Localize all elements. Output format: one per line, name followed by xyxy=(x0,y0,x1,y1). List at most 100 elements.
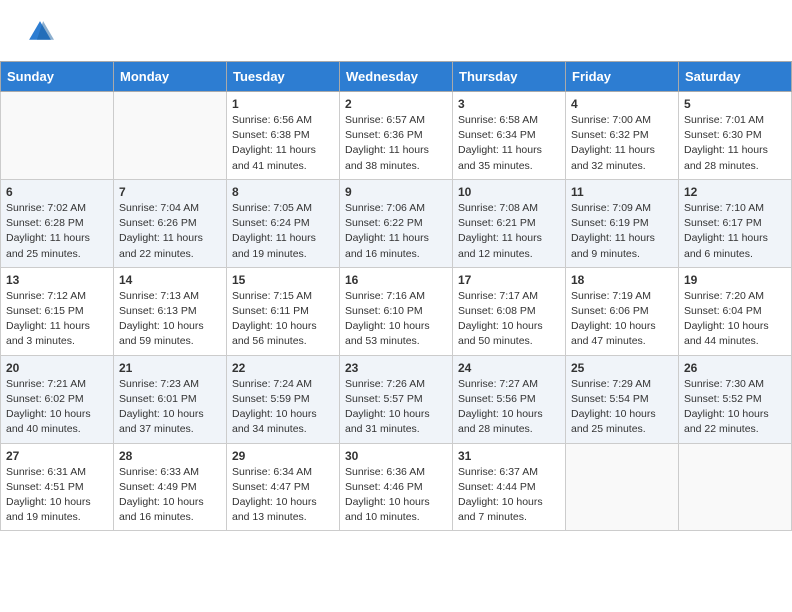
day-number: 3 xyxy=(458,97,560,111)
day-number: 28 xyxy=(119,449,221,463)
day-number: 12 xyxy=(684,185,786,199)
day-content: Sunrise: 6:37 AMSunset: 4:44 PMDaylight:… xyxy=(458,465,560,526)
day-number: 21 xyxy=(119,361,221,375)
day-content: Sunrise: 6:36 AMSunset: 4:46 PMDaylight:… xyxy=(345,465,447,526)
calendar-cell xyxy=(1,92,114,180)
day-number: 20 xyxy=(6,361,108,375)
logo-icon xyxy=(26,18,54,46)
day-content: Sunrise: 7:23 AMSunset: 6:01 PMDaylight:… xyxy=(119,377,221,438)
calendar-cell: 26Sunrise: 7:30 AMSunset: 5:52 PMDayligh… xyxy=(679,355,792,443)
calendar-cell: 15 Sunrise: 7:15 AMSunset: 6:11 PMDayligh… xyxy=(227,267,340,355)
calendar-cell xyxy=(679,443,792,531)
day-number: 2 xyxy=(345,97,447,111)
calendar-cell: 19 Sunrise: 7:20 AMSunset: 6:04 PMDayligh… xyxy=(679,267,792,355)
calendar-cell: 31 Sunrise: 6:37 AMSunset: 4:44 PMDayligh… xyxy=(453,443,566,531)
day-content: Sunrise: 7:19 AMSunset: 6:06 PMDaylight:… xyxy=(571,289,673,350)
weekday-header-wednesday: Wednesday xyxy=(340,62,453,92)
calendar-cell: 24 Sunrise: 7:27 AMSunset: 5:56 PMDayligh… xyxy=(453,355,566,443)
day-content: Sunrise: 7:08 AMSunset: 6:21 PMDaylight:… xyxy=(458,201,560,262)
day-number: 8 xyxy=(232,185,334,199)
day-number: 9 xyxy=(345,185,447,199)
calendar-cell: 1Sunrise: 6:56 AMSunset: 6:38 PMDaylight… xyxy=(227,92,340,180)
calendar-cell: 22 Sunrise: 7:24 AMSunset: 5:59 PMDayligh… xyxy=(227,355,340,443)
calendar-cell: 20 Sunrise: 7:21 AMSunset: 6:02 PMDayligh… xyxy=(1,355,114,443)
day-number: 23 xyxy=(345,361,447,375)
day-content: Sunrise: 7:04 AMSunset: 6:26 PMDaylight:… xyxy=(119,201,221,262)
day-content: Sunrise: 7:20 AMSunset: 6:04 PMDaylight:… xyxy=(684,289,786,350)
day-number: 7 xyxy=(119,185,221,199)
calendar-body: 1Sunrise: 6:56 AMSunset: 6:38 PMDaylight… xyxy=(1,92,792,531)
day-number: 30 xyxy=(345,449,447,463)
calendar-cell: 10 Sunrise: 7:08 AMSunset: 6:21 PMDayligh… xyxy=(453,179,566,267)
day-content: Sunrise: 7:29 AMSunset: 5:54 PMDaylight:… xyxy=(571,377,673,438)
calendar-cell: 27Sunrise: 6:31 AMSunset: 4:51 PMDayligh… xyxy=(1,443,114,531)
calendar-cell: 13Sunrise: 7:12 AMSunset: 6:15 PMDayligh… xyxy=(1,267,114,355)
day-number: 16 xyxy=(345,273,447,287)
calendar-cell: 5 Sunrise: 7:01 AMSunset: 6:30 PMDaylight… xyxy=(679,92,792,180)
day-number: 14 xyxy=(119,273,221,287)
calendar-cell: 8 Sunrise: 7:05 AMSunset: 6:24 PMDaylight… xyxy=(227,179,340,267)
day-number: 10 xyxy=(458,185,560,199)
calendar-week-row: 1Sunrise: 6:56 AMSunset: 6:38 PMDaylight… xyxy=(1,92,792,180)
calendar-cell: 4Sunrise: 7:00 AMSunset: 6:32 PMDaylight… xyxy=(566,92,679,180)
calendar-cell: 28 Sunrise: 6:33 AMSunset: 4:49 PMDayligh… xyxy=(114,443,227,531)
day-content: Sunrise: 7:27 AMSunset: 5:56 PMDaylight:… xyxy=(458,377,560,438)
weekday-header-saturday: Saturday xyxy=(679,62,792,92)
day-content: Sunrise: 7:05 AMSunset: 6:24 PMDaylight:… xyxy=(232,201,334,262)
day-number: 17 xyxy=(458,273,560,287)
weekday-header-tuesday: Tuesday xyxy=(227,62,340,92)
calendar-cell: 7 Sunrise: 7:04 AMSunset: 6:26 PMDaylight… xyxy=(114,179,227,267)
day-content: Sunrise: 7:00 AMSunset: 6:32 PMDaylight:… xyxy=(571,113,673,174)
calendar-cell: 30 Sunrise: 6:36 AMSunset: 4:46 PMDayligh… xyxy=(340,443,453,531)
calendar-week-row: 27Sunrise: 6:31 AMSunset: 4:51 PMDayligh… xyxy=(1,443,792,531)
calendar-cell xyxy=(114,92,227,180)
day-number: 5 xyxy=(684,97,786,111)
day-content: Sunrise: 7:01 AMSunset: 6:30 PMDaylight:… xyxy=(684,113,786,174)
calendar-cell: 14Sunrise: 7:13 AMSunset: 6:13 PMDayligh… xyxy=(114,267,227,355)
weekday-header-sunday: Sunday xyxy=(1,62,114,92)
day-content: Sunrise: 6:33 AMSunset: 4:49 PMDaylight:… xyxy=(119,465,221,526)
day-number: 24 xyxy=(458,361,560,375)
calendar-cell: 23Sunrise: 7:26 AMSunset: 5:57 PMDayligh… xyxy=(340,355,453,443)
calendar-week-row: 6 Sunrise: 7:02 AMSunset: 6:28 PMDaylight… xyxy=(1,179,792,267)
day-number: 13 xyxy=(6,273,108,287)
weekday-header-thursday: Thursday xyxy=(453,62,566,92)
day-content: Sunrise: 6:34 AMSunset: 4:47 PMDaylight:… xyxy=(232,465,334,526)
calendar-cell: 12 Sunrise: 7:10 AMSunset: 6:17 PMDayligh… xyxy=(679,179,792,267)
day-content: Sunrise: 7:30 AMSunset: 5:52 PMDaylight:… xyxy=(684,377,786,438)
day-number: 19 xyxy=(684,273,786,287)
weekday-header-row: SundayMondayTuesdayWednesdayThursdayFrid… xyxy=(1,62,792,92)
calendar-cell: 18Sunrise: 7:19 AMSunset: 6:06 PMDayligh… xyxy=(566,267,679,355)
day-number: 22 xyxy=(232,361,334,375)
day-content: Sunrise: 7:02 AMSunset: 6:28 PMDaylight:… xyxy=(6,201,108,262)
logo xyxy=(24,18,54,51)
weekday-header-friday: Friday xyxy=(566,62,679,92)
day-number: 15 xyxy=(232,273,334,287)
day-number: 25 xyxy=(571,361,673,375)
calendar-cell: 29Sunrise: 6:34 AMSunset: 4:47 PMDayligh… xyxy=(227,443,340,531)
calendar-cell: 25 Sunrise: 7:29 AMSunset: 5:54 PMDayligh… xyxy=(566,355,679,443)
calendar-cell: 3 Sunrise: 6:58 AMSunset: 6:34 PMDaylight… xyxy=(453,92,566,180)
calendar-cell xyxy=(566,443,679,531)
calendar-table: SundayMondayTuesdayWednesdayThursdayFrid… xyxy=(0,61,792,531)
day-number: 31 xyxy=(458,449,560,463)
day-content: Sunrise: 6:58 AMSunset: 6:34 PMDaylight:… xyxy=(458,113,560,174)
day-content: Sunrise: 7:21 AMSunset: 6:02 PMDaylight:… xyxy=(6,377,108,438)
day-content: Sunrise: 6:31 AMSunset: 4:51 PMDaylight:… xyxy=(6,465,108,526)
calendar-week-row: 20 Sunrise: 7:21 AMSunset: 6:02 PMDayligh… xyxy=(1,355,792,443)
day-number: 6 xyxy=(6,185,108,199)
calendar-cell: 21 Sunrise: 7:23 AMSunset: 6:01 PMDayligh… xyxy=(114,355,227,443)
calendar-cell: 11Sunrise: 7:09 AMSunset: 6:19 PMDayligh… xyxy=(566,179,679,267)
weekday-header-monday: Monday xyxy=(114,62,227,92)
day-content: Sunrise: 6:57 AMSunset: 6:36 PMDaylight:… xyxy=(345,113,447,174)
day-content: Sunrise: 7:17 AMSunset: 6:08 PMDaylight:… xyxy=(458,289,560,350)
day-content: Sunrise: 7:24 AMSunset: 5:59 PMDaylight:… xyxy=(232,377,334,438)
calendar-week-row: 13Sunrise: 7:12 AMSunset: 6:15 PMDayligh… xyxy=(1,267,792,355)
day-content: Sunrise: 7:10 AMSunset: 6:17 PMDaylight:… xyxy=(684,201,786,262)
day-content: Sunrise: 7:15 AMSunset: 6:11 PMDaylight:… xyxy=(232,289,334,350)
calendar-wrap: SundayMondayTuesdayWednesdayThursdayFrid… xyxy=(0,61,792,531)
day-content: Sunrise: 7:09 AMSunset: 6:19 PMDaylight:… xyxy=(571,201,673,262)
day-content: Sunrise: 6:56 AMSunset: 6:38 PMDaylight:… xyxy=(232,113,334,174)
calendar-header: SundayMondayTuesdayWednesdayThursdayFrid… xyxy=(1,62,792,92)
calendar-cell: 9Sunrise: 7:06 AMSunset: 6:22 PMDaylight… xyxy=(340,179,453,267)
